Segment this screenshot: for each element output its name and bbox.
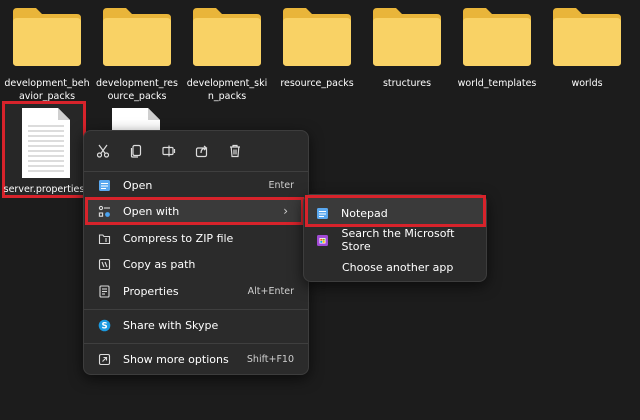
folder-icon — [463, 8, 531, 66]
skype-icon: S — [97, 318, 111, 332]
folder-label: resource_packs — [280, 78, 354, 89]
folder-label: world_templates — [457, 78, 537, 89]
menu-separator — [84, 171, 308, 172]
menu-item-shortcut: Alt+Enter — [247, 285, 294, 297]
folder-world-templates[interactable]: world_templates — [454, 6, 540, 116]
folder-label: worlds — [571, 78, 603, 89]
folder-label: development_behavior_packs — [4, 78, 90, 102]
menu-item-label: Properties — [123, 284, 179, 298]
notepad-icon — [315, 206, 329, 220]
menu-item-shortcut: Shift+F10 — [246, 353, 294, 365]
properties-icon — [97, 284, 111, 298]
file-server-properties[interactable]: server.properties — [2, 104, 86, 198]
rename-icon[interactable] — [158, 140, 180, 162]
submenu-item-microsoft-store[interactable]: Search the Microsoft Store — [310, 227, 482, 253]
menu-item-label: Share with Skype — [123, 318, 219, 332]
file-label: server.properties — [3, 184, 85, 195]
copy-path-icon — [97, 257, 111, 271]
menu-item-compress-zip[interactable]: Compress to ZIP file — [88, 226, 304, 250]
folder-label: structures — [382, 78, 432, 89]
quick-actions-row — [84, 131, 308, 171]
share-icon[interactable] — [191, 140, 213, 162]
more-options-icon — [97, 352, 111, 366]
menu-separator — [84, 343, 308, 344]
zip-icon — [97, 231, 111, 245]
chevron-right-icon: › — [283, 204, 288, 218]
folder-resource-packs[interactable]: resource_packs — [274, 6, 360, 116]
folder-development-resource-packs[interactable]: development_resource_packs — [94, 6, 180, 116]
menu-separator — [84, 309, 308, 310]
submenu-item-choose-another-app[interactable]: Choose another app — [310, 255, 482, 279]
menu-item-show-more-options[interactable]: Show more options Shift+F10 — [88, 347, 304, 371]
menu-item-shortcut: Enter — [268, 179, 295, 191]
delete-icon[interactable] — [224, 140, 246, 162]
folder-icon — [103, 8, 171, 66]
folder-icon — [193, 8, 261, 66]
folder-structures[interactable]: structures — [364, 6, 450, 116]
menu-item-label: Copy as path — [123, 257, 196, 271]
menu-item-label: Compress to ZIP file — [123, 231, 234, 245]
folder-icon — [553, 8, 621, 66]
cut-icon[interactable] — [92, 140, 114, 162]
store-icon — [316, 233, 330, 247]
folder-label: development_resource_packs — [96, 78, 178, 102]
folder-worlds[interactable]: worlds — [544, 6, 630, 116]
context-menu: Open Enter Open with › Compress to ZIP f… — [83, 130, 309, 375]
menu-item-share-skype[interactable]: S Share with Skype — [88, 313, 304, 337]
menu-item-open[interactable]: Open Enter — [88, 173, 304, 197]
submenu-item-label: Choose another app — [342, 260, 454, 274]
open-with-icon — [97, 204, 111, 218]
menu-item-label: Open with — [123, 204, 180, 218]
submenu-item-notepad-highlighted[interactable]: Notepad — [309, 201, 481, 225]
folder-label: development_skin_packs — [186, 78, 268, 102]
document-icon — [22, 108, 70, 178]
folder-icon — [283, 8, 351, 66]
menu-item-open-with-highlighted[interactable]: Open with › — [88, 199, 300, 223]
notepad-icon — [97, 178, 111, 192]
folder-icon — [373, 8, 441, 66]
menu-item-label: Show more options — [123, 352, 229, 366]
copy-icon[interactable] — [125, 140, 147, 162]
submenu-item-label: Notepad — [341, 206, 388, 220]
menu-item-label: Open — [123, 178, 153, 192]
folder-development-skin-packs[interactable]: development_skin_packs — [184, 6, 270, 116]
menu-item-copy-as-path[interactable]: Copy as path — [88, 252, 304, 276]
folder-icon — [13, 8, 81, 66]
folder-development-behavior-packs[interactable]: development_behavior_packs — [4, 6, 90, 116]
menu-item-properties[interactable]: Properties Alt+Enter — [88, 279, 304, 303]
svg-text:S: S — [101, 321, 107, 331]
submenu-item-label: Search the Microsoft Store — [341, 227, 455, 253]
